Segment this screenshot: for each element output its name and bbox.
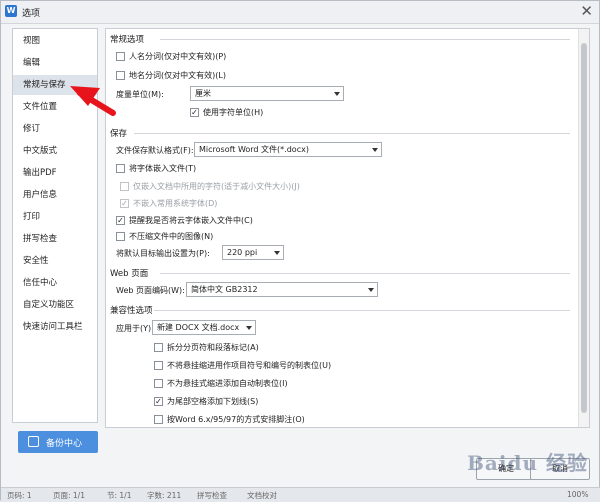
person-name-label: 人名分词(仅对中文有效)(P) (129, 52, 227, 61)
unit-value: 厘米 (195, 89, 211, 98)
chevron-down-icon (334, 92, 340, 96)
person-name-checkbox[interactable] (116, 52, 125, 61)
encoding-value: 简体中文 GB2312 (191, 285, 258, 294)
backup-center-button[interactable]: 备份中心 (18, 431, 98, 453)
no-common-fonts-label: 不嵌入常用系统字体(D) (133, 199, 218, 208)
embed-used-only-label: 仅嵌入文档中所用的字符(适于减小文件大小)(J) (133, 182, 300, 191)
resolution-label: 将默认目标输出设置为(P): (116, 249, 210, 258)
split-page-label: 拆分分页符和段落标记(A) (167, 343, 259, 352)
chevron-down-icon (246, 326, 252, 330)
settings-panel: 常规选项 人名分词(仅对中文有效)(P) 地名分词(仅对中文有效)(L) 度量单… (105, 28, 590, 428)
sidebar-item-user-info[interactable]: 用户信息 (13, 185, 97, 205)
underline-track-label: 不将悬挂缩进用作项目符号和编号的制表位(U) (167, 361, 332, 370)
unit-select[interactable]: 厘米 (190, 86, 344, 101)
sidebar-item-security[interactable]: 安全性 (13, 251, 97, 271)
save-format-value: Microsoft Word 文件(*.docx) (199, 145, 309, 154)
save-heading: 保存 (110, 129, 128, 139)
status-proofread: 文档校对 (247, 491, 277, 500)
save-format-label: 文件保存默认格式(F): (116, 146, 194, 155)
status-page: 页码: 1 (7, 491, 32, 500)
sidebar-item-file-location[interactable]: 文件位置 (13, 97, 97, 117)
resolution-select[interactable]: 220 ppi (222, 245, 284, 260)
unit-label: 度量单位(M): (116, 90, 164, 99)
embed-fonts-checkbox[interactable] (116, 164, 125, 173)
title-bar: W 选项 ✕ (1, 1, 599, 24)
sidebar-item-output-pdf[interactable]: 输出PDF (13, 163, 97, 183)
divider (154, 310, 570, 311)
encoding-select[interactable]: 简体中文 GB2312 (186, 282, 378, 297)
chevron-down-icon (274, 251, 280, 255)
sidebar-item-trust-center[interactable]: 信任中心 (13, 273, 97, 293)
cloud-fonts-checkbox[interactable]: ✓ (116, 216, 125, 225)
place-name-label: 地名分词(仅对中文有效)(L) (129, 71, 226, 80)
char-unit-label: 使用字符单位(H) (203, 108, 264, 117)
embed-fonts-label: 将字体嵌入文件(T) (129, 164, 197, 173)
sidebar-item-print[interactable]: 打印 (13, 207, 97, 227)
sidebar-item-customize-ribbon[interactable]: 自定义功能区 (13, 295, 97, 315)
status-zoom[interactable]: 100% (567, 490, 588, 499)
embed-used-only-checkbox[interactable] (120, 182, 129, 191)
divider (160, 273, 570, 274)
close-icon[interactable]: ✕ (580, 3, 593, 19)
backup-icon (28, 436, 39, 447)
save-format-select[interactable]: Microsoft Word 文件(*.docx) (194, 142, 382, 157)
dialog-title: 选项 (22, 9, 41, 19)
sidebar-item-quick-access[interactable]: 快速访问工具栏 (13, 317, 97, 337)
word6-footnote-checkbox[interactable] (154, 415, 163, 424)
apply-to-select[interactable]: 新建 DOCX 文档.docx (152, 320, 256, 335)
watermark-text: Baidu 经验 (467, 451, 588, 475)
app-icon: W (5, 5, 17, 17)
no-common-fonts-checkbox[interactable]: ✓ (120, 199, 129, 208)
auto-tab-label: 不为悬挂式缩进添加自动制表位(I) (167, 379, 288, 388)
split-page-checkbox[interactable] (154, 343, 163, 352)
cloud-fonts-label: 提醒我是否将云字体嵌入文件中(C) (129, 216, 253, 225)
auto-tab-checkbox[interactable] (154, 379, 163, 388)
status-spellcheck: 拼写检查 (197, 491, 227, 500)
panel-scrollbar[interactable] (578, 29, 589, 427)
chevron-down-icon (368, 288, 374, 292)
char-unit-checkbox[interactable]: ✓ (190, 108, 199, 117)
resolution-value: 220 ppi (227, 248, 258, 257)
trailing-underline-label: 为尾部空格添加下划线(S) (167, 397, 259, 406)
general-heading: 常规选项 (110, 35, 145, 45)
trailing-underline-checkbox[interactable]: ✓ (154, 397, 163, 406)
status-section: 节: 1/1 (107, 491, 132, 500)
sidebar-item-edit[interactable]: 编辑 (13, 53, 97, 73)
sidebar-item-general-save[interactable]: 常规与保存 (13, 75, 97, 95)
divider (160, 39, 570, 40)
chevron-down-icon (372, 148, 378, 152)
encoding-label: Web 页面编码(W): (116, 286, 185, 295)
options-dialog: W 选项 ✕ 视图 编辑 常规与保存 文件位置 修订 中文版式 输出PDF 用户… (0, 0, 600, 502)
sidebar-item-chinese-layout[interactable]: 中文版式 (13, 141, 97, 161)
options-sidebar: 视图 编辑 常规与保存 文件位置 修订 中文版式 输出PDF 用户信息 打印 拼… (12, 28, 98, 423)
status-pages: 页面: 1/1 (53, 491, 85, 500)
compat-heading: 兼容性选项 (110, 306, 153, 316)
underline-track-checkbox[interactable] (154, 361, 163, 370)
apply-to-label: 应用于(Y): (116, 324, 154, 333)
web-heading: Web 页面 (110, 269, 149, 279)
no-compress-checkbox[interactable] (116, 232, 125, 241)
baidu-watermark: Baidu 经验 (467, 447, 588, 476)
sidebar-item-spell-check[interactable]: 拼写检查 (13, 229, 97, 249)
sidebar-item-revision[interactable]: 修订 (13, 119, 97, 139)
sidebar-item-view[interactable]: 视图 (13, 31, 97, 51)
apply-to-value: 新建 DOCX 文档.docx (157, 323, 240, 332)
divider (134, 133, 570, 134)
backup-center-label: 备份中心 (46, 439, 83, 449)
status-words: 字数: 211 (147, 491, 182, 500)
word6-footnote-label: 按Word 6.x/95/97的方式安排脚注(O) (167, 415, 305, 424)
scrollbar-thumb[interactable] (581, 43, 587, 413)
no-compress-label: 不压缩文件中的图像(N) (129, 232, 214, 241)
place-name-checkbox[interactable] (116, 71, 125, 80)
